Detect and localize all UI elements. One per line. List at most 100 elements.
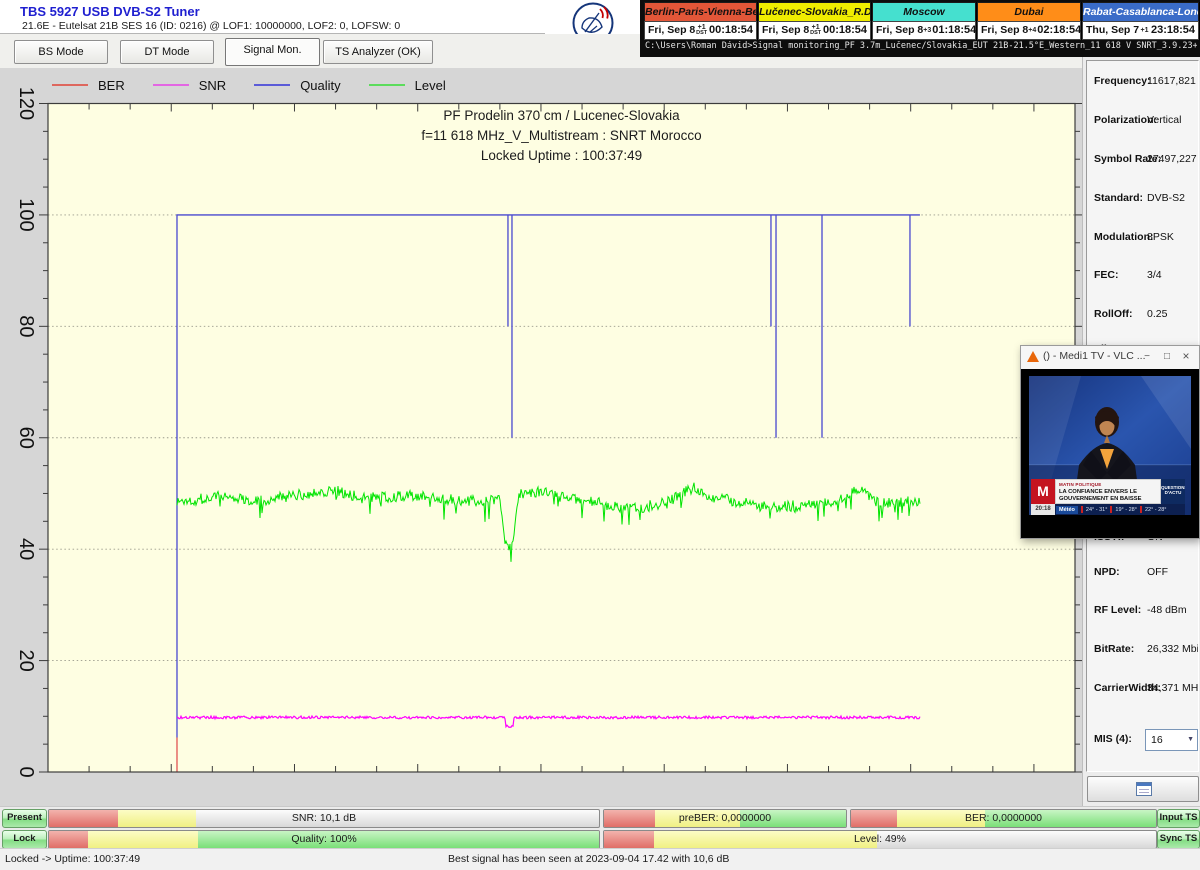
y-axis-label: 20 (15, 649, 37, 671)
chart-title-line3: Locked Uptime : 100:37:49 (48, 146, 1075, 166)
chart-title-line2: f=11 618 MHz_V_Multistream : SNRT Morocc… (48, 126, 1075, 146)
vlc-video-area[interactable]: M MATIN POLITIQUE LA CONFIANCE ENVERS LE… (1021, 369, 1199, 538)
medi1-logo: M (1031, 479, 1055, 504)
clock-time: 02:18:54 (1036, 24, 1084, 36)
parameter-value: OFF (1147, 566, 1168, 578)
clock-dst-flag: DST (809, 31, 822, 37)
tab-signal-mon-[interactable]: Signal Mon. (225, 38, 320, 66)
weather-ticker: Météo 24° - 31°19° - 28°22° - 28° (1055, 504, 1185, 515)
parameter-value: 11617,821 MHz (1147, 75, 1199, 87)
chevron-down-icon: ▼ (1187, 730, 1194, 750)
world-clock: Rabat-Casablanca-London Thu, Sep 7+123:18… (1082, 2, 1200, 40)
parameter-value: -48 dBm (1147, 604, 1187, 616)
close-button[interactable]: × (1178, 349, 1194, 365)
parameter-value: 26,332 Mbit/s (1147, 643, 1199, 655)
parameter-row: Symbol Rate:27497,227 KS/s (1087, 153, 1198, 167)
clock-date: Fri, Sep 8 (873, 24, 923, 36)
world-clocks: Berlin-Paris-Vienna-BelgradeFri, Sep 8+1… (644, 2, 1196, 40)
parameter-row: CarrierWidth:34,371 MHz (1087, 682, 1198, 696)
vlc-titlebar[interactable]: () - Medi1 TV - VLC ... − □ × (1021, 346, 1199, 370)
clock-time: 23:18:54 (1150, 24, 1198, 36)
y-axis-label: 40 (15, 538, 37, 560)
legend-swatch (52, 84, 88, 86)
parameter-row: Standard:DVB-S2 (1087, 192, 1198, 206)
parameter-label: BitRate: (1094, 643, 1134, 655)
mis-value: 16 (1151, 734, 1163, 746)
bar-value-label: Level: 49% (604, 831, 1156, 848)
vlc-player-window[interactable]: () - Medi1 TV - VLC ... − □ × (1020, 345, 1200, 539)
parameter-value: 27497,227 KS/s (1147, 153, 1199, 165)
clock-city-header: Rabat-Casablanca-London (1082, 2, 1199, 21)
clock-offset-value: +4 (1028, 27, 1036, 34)
world-clock: MoscowFri, Sep 8+301:18:54 (872, 2, 977, 40)
parameter-label: Frequency: (1094, 75, 1151, 87)
parameter-label: FEC: (1094, 269, 1119, 281)
parameter-value: DVB-S2 (1147, 192, 1185, 204)
signal-status-panel: Present Lock Input TS Sync TS SNR: 10,1 … (0, 806, 1200, 849)
clock-offset-value: +1 (1139, 27, 1150, 34)
parameter-row: Frequency:11617,821 MHz (1087, 75, 1198, 89)
clock-body: Fri, Sep 8+402:18:54 (977, 21, 1081, 41)
ts-capture-button[interactable] (1087, 776, 1199, 802)
sync-ts-indicator: Sync TS (1157, 830, 1200, 849)
lower-third-headline: LA CONFIANCE ENVERS LE GOUVERNEMENT EN B… (1059, 489, 1160, 502)
legend-item-level: Level (369, 78, 446, 93)
parameter-row: RF Level:-48 dBm (1087, 604, 1198, 618)
vlc-cone-icon (1027, 351, 1039, 362)
y-axis-label: 80 (15, 315, 37, 337)
parameter-value: 0.25 (1147, 308, 1167, 320)
clock-time: 01:18:54 (931, 24, 979, 36)
world-clock: Lučenec-Slovakia_R.DávidFri, Sep 8+1DST0… (758, 2, 872, 40)
world-clock: DubaiFri, Sep 8+402:18:54 (977, 2, 1082, 40)
clock-time: 00:18:54 (708, 24, 756, 36)
minimize-button[interactable]: − (1139, 349, 1155, 365)
clock-body: Fri, Sep 8+1DST00:18:54 (644, 21, 757, 41)
ts-window-icon (1136, 782, 1152, 796)
bar-value-label: Quality: 100% (49, 831, 599, 848)
lock-uptime-status: Locked -> Uptime: 100:37:49 (5, 853, 140, 865)
lower-third-kicker: MATIN POLITIQUE (1059, 482, 1160, 487)
console-header-area: Berlin-Paris-Vienna-BelgradeFri, Sep 8+1… (640, 0, 1200, 57)
tab-ts-analyzer-ok-[interactable]: TS Analyzer (OK) (323, 40, 433, 64)
lock-indicator: Lock (2, 830, 47, 849)
ticker-separator (1140, 506, 1142, 513)
legend-label: SNR (199, 78, 226, 93)
legend-swatch (369, 84, 405, 86)
clock-utc-offset: +1 (1139, 27, 1150, 34)
chart-title: PF Prodelin 370 cm / Lucenec-Slovakia f=… (48, 106, 1075, 166)
bar-value-label: preBER: 0,0000000 (604, 810, 846, 827)
legend-swatch (254, 84, 290, 86)
ticker-item: 19° - 28° (1115, 507, 1137, 513)
best-signal-status: Best signal has been seen at 2023-09-04 … (448, 853, 729, 865)
world-clock: Berlin-Paris-Vienna-BelgradeFri, Sep 8+1… (644, 2, 758, 40)
mis-dropdown[interactable]: 16 ▼ (1145, 729, 1198, 751)
bar-value-label: SNR: 10,1 dB (49, 810, 599, 827)
tab-bs-mode[interactable]: BS Mode (14, 40, 108, 64)
ticker-item: 22° - 28° (1145, 507, 1167, 513)
y-axis-label: 100 (15, 198, 37, 231)
clock-utc-offset: +3 (923, 27, 931, 34)
legend-swatch (153, 84, 189, 86)
tbs-tuner-window: TBS 5927 USB DVB-S2 Tuner 21.6E - Eutels… (0, 0, 1200, 870)
clock-body: Fri, Sep 8+301:18:54 (872, 21, 976, 41)
clock-date: Thu, Sep 7 (1083, 24, 1139, 36)
tuner-subtitle: 21.6E - Eutelsat 21B SES 16 (ID: 0216) @… (22, 20, 400, 32)
parameter-value: 34,371 MHz (1147, 682, 1199, 694)
maximize-button[interactable]: □ (1159, 349, 1175, 365)
bar-value-label: BER: 0,0000000 (851, 810, 1156, 827)
preber-bar: preBER: 0,0000000 (603, 809, 847, 828)
y-axis-label: 60 (15, 427, 37, 449)
y-axis-label: 0 (15, 766, 37, 777)
tab-dt-mode[interactable]: DT Mode (120, 40, 214, 64)
app-title: TBS 5927 USB DVB-S2 Tuner (20, 4, 200, 19)
legend-item-snr: SNR (153, 78, 226, 93)
legend-label: Level (415, 78, 446, 93)
parameter-row: BitRate: 26,332 Mbit/s (1087, 643, 1198, 657)
broadcast-time: 20:18 (1031, 504, 1055, 515)
command-prompt-line[interactable]: C:\Users\Roman Dávid>Signal monitoring_P… (645, 41, 1197, 56)
parameter-value: Vertical (1147, 114, 1181, 126)
signal-chart-region: 020406080100120 BERSNRQualityLevel PF Pr… (0, 68, 1082, 806)
mis-label: MIS (4): (1094, 733, 1132, 745)
ber-bar: BER: 0,0000000 (850, 809, 1157, 828)
clock-date: Fri, Sep 8 (978, 24, 1028, 36)
